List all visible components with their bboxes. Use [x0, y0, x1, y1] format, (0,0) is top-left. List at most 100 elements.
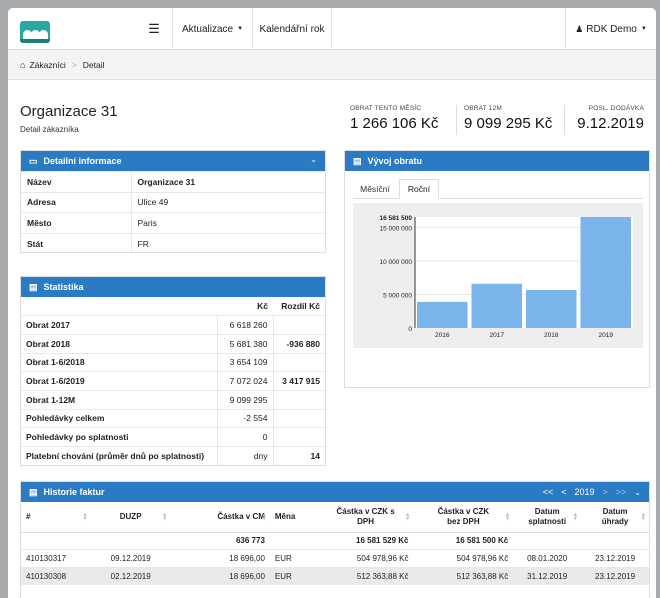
stat-label: Obrat 1-6/2019 — [21, 371, 218, 391]
tab-rocni[interactable]: Roční — [399, 179, 439, 199]
stat-label: Obrat 1-6/2018 — [21, 352, 218, 372]
menu-toggle-icon[interactable]: ☰ — [136, 8, 172, 50]
stat-value: 6 618 260 — [217, 315, 274, 335]
invoice-currency: EUR — [269, 549, 318, 567]
col-header[interactable]: Částka v CZK s DPH ▲ ▼ — [317, 502, 414, 533]
detail-value: Organizace 31 — [131, 171, 325, 192]
stat-value: 3 654 109 — [217, 352, 274, 372]
nav-kalendar-label: Kalendářní rok — [259, 23, 325, 35]
col-header[interactable]: Částka v CZK bez DPH ▲ ▼ — [413, 502, 514, 533]
detail-table: Název Organizace 31 Adresa Ulice 49 Město P… — [21, 171, 325, 254]
col-header[interactable]: Měna — [269, 502, 318, 533]
detail-panel-header[interactable]: ▭ Detailní informace ⌄ — [21, 151, 325, 171]
kpi-divider — [456, 105, 457, 135]
table-row: Obrat 1-6/2019 7 072 024 3 417 915 — [21, 371, 325, 391]
col-header[interactable]: DUZP ▲ ▼ — [90, 502, 171, 533]
stat-diff — [273, 352, 325, 372]
y-tick-label: 10 000 000 — [379, 259, 412, 266]
table-row[interactable]: 410130317 09.12.2019 18 696,00 EUR 504 9… — [21, 549, 649, 567]
nav-kalendarni-rok[interactable]: Kalendářní rok — [252, 8, 332, 50]
revenue-chart-panel: ▤ Vývoj obratu Měsíční Roční 0 5 000 000 1… — [344, 150, 650, 388]
user-menu-dropdown[interactable]: ♟ RDK Demo ▼ — [565, 8, 656, 50]
nav-aktualizace-label: Aktualizace — [181, 23, 234, 35]
col-header-label: Datum úhrady — [601, 506, 629, 526]
table-row: Obrat 2018 5 681 380 -936 880 — [21, 333, 325, 354]
x-tick-label: 2019 — [599, 332, 614, 339]
stat-value: -2 554 — [217, 408, 274, 428]
stat-label: Pohledávky po splatnosti — [21, 427, 218, 447]
table-row: Obrat 2017 6 618 260 — [21, 315, 325, 335]
x-tick-label: 2017 — [490, 332, 505, 339]
kpi-value: 9 099 295 Kč — [464, 115, 553, 132]
invoice-number[interactable]: 410130308 — [21, 566, 91, 585]
nav-aktualizace-dropdown[interactable]: Aktualizace ▼ — [172, 8, 252, 50]
y-tick-label: 16 581 500 — [379, 215, 412, 222]
history-panel-header: ▤ Historie faktur << < 2019 > >> ⌄ — [21, 482, 649, 502]
detail-key: Adresa — [21, 191, 132, 213]
totals-row: 636 773 16 581 529 Kč 16 581 500 Kč — [21, 531, 649, 550]
sort-icon: ▲ ▼ — [405, 512, 411, 522]
table-row: Obrat 1-6/2018 3 654 109 — [21, 352, 325, 372]
kpi-obrat-mesic: OBRAT TENTO MĚSÍC 1 266 106 Kč — [350, 105, 438, 132]
kpi-label: OBRAT TENTO MĚSÍC — [350, 105, 422, 112]
chevron-down-icon[interactable]: ⌄ — [310, 155, 317, 164]
detail-key: Město — [21, 212, 132, 233]
invoice-number[interactable]: 410130317 — [21, 549, 91, 567]
breadcrumb-detail: Detail — [82, 59, 105, 70]
home-icon[interactable]: ⌂ — [20, 60, 25, 70]
stat-label: Pohledávky celkem — [21, 408, 218, 428]
detail-panel-title: Detailní informace — [43, 156, 122, 166]
revenue-bar-chart: 0 5 000 000 10 000 000 15 000 000 16 581 500… — [379, 215, 633, 339]
caret-down-icon: ▼ — [640, 26, 647, 32]
col-header[interactable]: Datum splatnosti ▲ ▼ — [513, 502, 582, 533]
invoice-amount-vat: 512 363,88 Kč — [317, 566, 414, 585]
revenue-panel-header: ▤ Vývoj obratu — [345, 151, 649, 171]
col-header[interactable]: Datum úhrady ▲ ▼ — [581, 502, 649, 533]
kpi-label: OBRAT 12M — [464, 105, 503, 112]
col-header[interactable]: # ▲ ▼ — [21, 502, 91, 533]
total-cell — [21, 531, 91, 550]
stats-table: Kč Rozdíl Kč Obrat 2017 6 618 260 Obrat 2… — [21, 297, 325, 466]
total-cell — [581, 531, 649, 550]
col-header-label: DUZP — [119, 511, 142, 521]
stat-value: 0 — [217, 427, 274, 447]
tab-mesicni[interactable]: Měsíční — [353, 179, 397, 199]
table-row[interactable]: 410130308 02.12.2019 18 696,00 EUR 512 3… — [21, 566, 649, 585]
prev-year-button[interactable]: < — [561, 487, 566, 497]
app-logo[interactable] — [20, 21, 50, 43]
stat-diff — [273, 389, 325, 410]
total-cell: 636 773 — [170, 531, 270, 550]
col-header[interactable]: Částka v CM ▲ ▼ — [170, 502, 270, 533]
kpi-value: 9.12.2019 — [577, 115, 644, 132]
page-subtitle: Detail zákazníka — [20, 125, 79, 134]
next-year-button[interactable]: > — [603, 487, 608, 497]
detail-key: Stát — [21, 232, 132, 254]
last-page-button[interactable]: >> — [616, 487, 627, 497]
invoice-paid-date: 23.12.2019 — [581, 549, 649, 567]
table-row: Adresa Ulice 49 — [21, 191, 325, 213]
invoice-amount-cm: 18 696,00 — [170, 549, 270, 567]
stat-label: Obrat 2017 — [21, 315, 218, 335]
col-header-label: Částka v CZK s DPH — [336, 506, 395, 526]
col-header-label: Měna — [274, 511, 296, 521]
table-header-row: # ▲ ▼ DUZP ▲ ▼ Částka v CM ▲ ▼ Měna Částka v C… — [21, 502, 649, 533]
total-cell — [269, 531, 318, 550]
table-row: Město Paris — [21, 212, 325, 233]
invoice-currency: EUR — [269, 566, 318, 585]
table-row: Stát FR — [21, 232, 325, 254]
y-tick-label: 15 000 000 — [379, 226, 412, 233]
stat-diff — [273, 315, 325, 335]
kpi-obrat-12m: OBRAT 12M 9 099 295 Kč — [464, 105, 552, 132]
first-page-button[interactable]: << — [543, 487, 554, 497]
sort-icon: ▲ ▼ — [640, 512, 646, 522]
col-header-label: Částka v CZK bez DPH — [437, 506, 490, 526]
breadcrumb-zakaznici[interactable]: Zákazníci — [29, 60, 65, 70]
y-tick-label: 5 000 000 — [383, 293, 412, 300]
chevron-down-icon[interactable]: ⌄ — [634, 488, 641, 497]
col-header-label: Datum splatnosti — [528, 506, 567, 526]
y-tick-label: 0 — [408, 326, 412, 333]
total-cell — [90, 531, 171, 550]
breadcrumb: ⌂ Zákazníci > Detail — [8, 50, 656, 80]
invoice-duzp: 09.12.2019 — [90, 549, 171, 567]
user-name: RDK Demo — [586, 23, 637, 35]
